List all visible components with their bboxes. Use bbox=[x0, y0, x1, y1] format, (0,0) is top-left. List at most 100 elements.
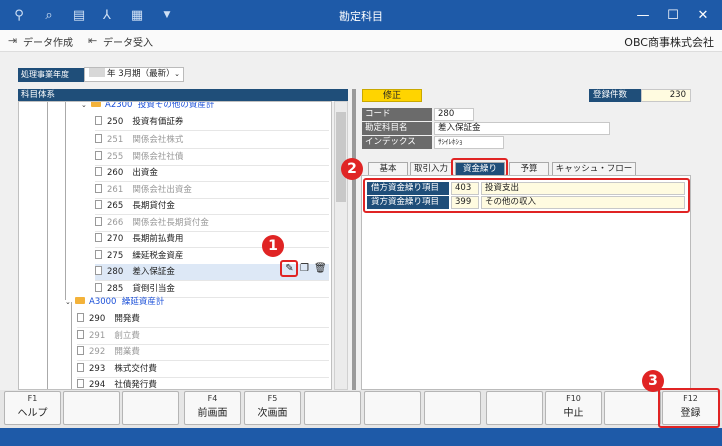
name-field[interactable]: 差入保証金 bbox=[434, 122, 610, 135]
document-icon bbox=[95, 266, 102, 275]
list-item[interactable]: 292 開業費 bbox=[77, 344, 329, 361]
group-code: A3000 bbox=[89, 297, 117, 307]
fkey-code: F4 bbox=[207, 394, 218, 403]
tab-cash-flow[interactable]: キャッシュ・フロー bbox=[552, 162, 636, 175]
tree-header: 科目体系 bbox=[18, 89, 348, 101]
chevron-down-icon: ⌄ bbox=[174, 70, 180, 78]
group-code: A2300 bbox=[105, 101, 133, 110]
document-icon bbox=[77, 346, 84, 355]
list-item[interactable]: 261 関係会社出資金 bbox=[95, 182, 329, 199]
item-name: 出資金 bbox=[132, 168, 158, 178]
status-bar bbox=[0, 428, 722, 446]
toolbar: ⇥ データ作成 ⇤ データ受入 OBC商事株式会社 bbox=[0, 30, 722, 52]
document-icon bbox=[77, 330, 84, 339]
f10-cancel-button[interactable]: F10 中止 bbox=[545, 391, 602, 425]
tab-transaction-input[interactable]: 取引入力 bbox=[410, 162, 452, 175]
item-name: 開発費 bbox=[114, 314, 140, 324]
mode-badge: 修正 bbox=[362, 89, 422, 102]
item-name: 関係会社出資金 bbox=[132, 185, 192, 195]
f2-button[interactable] bbox=[63, 391, 120, 425]
group-name: 投資その他の資産計 bbox=[137, 101, 215, 110]
tree-line bbox=[65, 102, 66, 300]
fiscal-year-label: 処理事業年度 bbox=[18, 68, 84, 82]
f4-prev-screen-button[interactable]: F4 前画面 bbox=[184, 391, 241, 425]
minimize-icon[interactable]: — bbox=[632, 5, 654, 25]
document-icon bbox=[77, 313, 84, 322]
highlight-cash-items bbox=[363, 178, 690, 213]
item-name: 長期貸付金 bbox=[132, 201, 175, 211]
tree-group-a3000[interactable]: ⌄ A3000 繰延資産計 bbox=[65, 294, 331, 311]
company-name: OBC商事株式会社 bbox=[624, 36, 714, 49]
item-name: 関係会社社債 bbox=[132, 152, 184, 162]
group-name: 繰延資産計 bbox=[121, 297, 165, 307]
chevron-down-icon: ⌄ bbox=[81, 101, 87, 109]
account-tree[interactable]: ⌄ A2300 投資その他の資産計 250 投資有価証券 251 関係会社株式 2… bbox=[18, 101, 332, 390]
callout-badge-3: 3 bbox=[642, 370, 664, 392]
data-create-label: データ作成 bbox=[23, 37, 73, 49]
data-import-button[interactable]: ⇤ データ受入 bbox=[88, 33, 153, 49]
list-item[interactable]: 265 長期貸付金 bbox=[95, 198, 329, 215]
document-icon bbox=[95, 283, 102, 292]
data-import-label: データ受入 bbox=[103, 37, 153, 49]
list-item[interactable]: 293 株式交付費 bbox=[77, 361, 329, 378]
fkey-label: 次画面 bbox=[257, 408, 288, 419]
item-code: 265 bbox=[107, 201, 124, 211]
document-icon bbox=[95, 167, 102, 176]
document-icon bbox=[95, 134, 102, 143]
item-name: 貸倒引当金 bbox=[132, 284, 175, 294]
document-icon bbox=[95, 116, 102, 125]
close-icon[interactable]: ✕ bbox=[692, 5, 714, 25]
item-code: 280 bbox=[107, 267, 124, 277]
list-item[interactable]: 255 関係会社社債 bbox=[95, 149, 329, 166]
callout-badge-2: 2 bbox=[341, 158, 363, 180]
list-item[interactable]: 270 長期前払費用 bbox=[95, 231, 329, 248]
trash-icon[interactable]: 🗑 bbox=[314, 263, 327, 274]
item-code: 261 bbox=[107, 185, 124, 195]
data-import-icon: ⇤ bbox=[88, 34, 98, 47]
fkey-code: F5 bbox=[267, 394, 278, 403]
tree-line bbox=[71, 302, 72, 389]
code-field[interactable]: 280 bbox=[434, 108, 474, 121]
list-item[interactable]: 260 出資金 bbox=[95, 165, 329, 182]
list-item[interactable]: 291 創立費 bbox=[77, 328, 329, 345]
item-name: 投資有価証券 bbox=[132, 117, 184, 127]
f3-button[interactable] bbox=[122, 391, 179, 425]
document-icon bbox=[95, 200, 102, 209]
data-create-button[interactable]: ⇥ データ作成 bbox=[8, 33, 73, 49]
tab-basic[interactable]: 基本 bbox=[368, 162, 408, 175]
maximize-icon[interactable]: ☐ bbox=[662, 5, 684, 25]
list-item[interactable]: 294 社債発行費 bbox=[77, 377, 329, 390]
index-label: インデックス bbox=[362, 136, 432, 149]
callout-badge-1: 1 bbox=[262, 235, 284, 257]
item-code: 290 bbox=[89, 314, 106, 324]
list-item[interactable]: 250 投資有価証券 bbox=[95, 114, 329, 131]
list-item[interactable]: 251 関係会社株式 bbox=[95, 132, 329, 149]
f6-button[interactable] bbox=[304, 391, 361, 425]
f9-button[interactable] bbox=[486, 391, 543, 425]
document-icon bbox=[77, 363, 84, 372]
item-name: 繰延税金資産 bbox=[132, 251, 184, 261]
list-item[interactable]: 290 開発費 bbox=[77, 311, 329, 328]
code-label: コード bbox=[362, 108, 432, 121]
f11-button[interactable] bbox=[604, 391, 661, 425]
f7-button[interactable] bbox=[364, 391, 421, 425]
pane-splitter[interactable] bbox=[352, 89, 356, 390]
fiscal-year-value: 年 3月期（最新） bbox=[107, 69, 175, 79]
list-item[interactable]: 266 関係会社長期貸付金 bbox=[95, 215, 329, 232]
tree-scrollbar-thumb[interactable] bbox=[336, 112, 346, 202]
tab-budget[interactable]: 予算 bbox=[509, 162, 549, 175]
f1-help-button[interactable]: F1 ヘルプ bbox=[4, 391, 61, 425]
fkey-label: ヘルプ bbox=[17, 408, 48, 419]
fiscal-year-select[interactable]: 年 3月期（最新） ⌄ bbox=[84, 67, 184, 82]
item-code: 294 bbox=[89, 380, 106, 390]
f8-button[interactable] bbox=[424, 391, 481, 425]
tree-group-a2300[interactable]: ⌄ A2300 投資その他の資産計 bbox=[81, 101, 331, 114]
name-label: 勘定科目名 bbox=[362, 122, 432, 135]
folder-icon bbox=[75, 297, 85, 304]
f5-next-screen-button[interactable]: F5 次画面 bbox=[244, 391, 301, 425]
index-field[interactable]: ｻｼｲﾚﾎｼｮ bbox=[434, 136, 504, 149]
fkey-label: 中止 bbox=[563, 408, 584, 419]
item-name: 株式交付費 bbox=[114, 364, 157, 374]
copy-icon[interactable]: ❐ bbox=[299, 263, 310, 274]
item-name: 関係会社長期貸付金 bbox=[132, 218, 209, 228]
